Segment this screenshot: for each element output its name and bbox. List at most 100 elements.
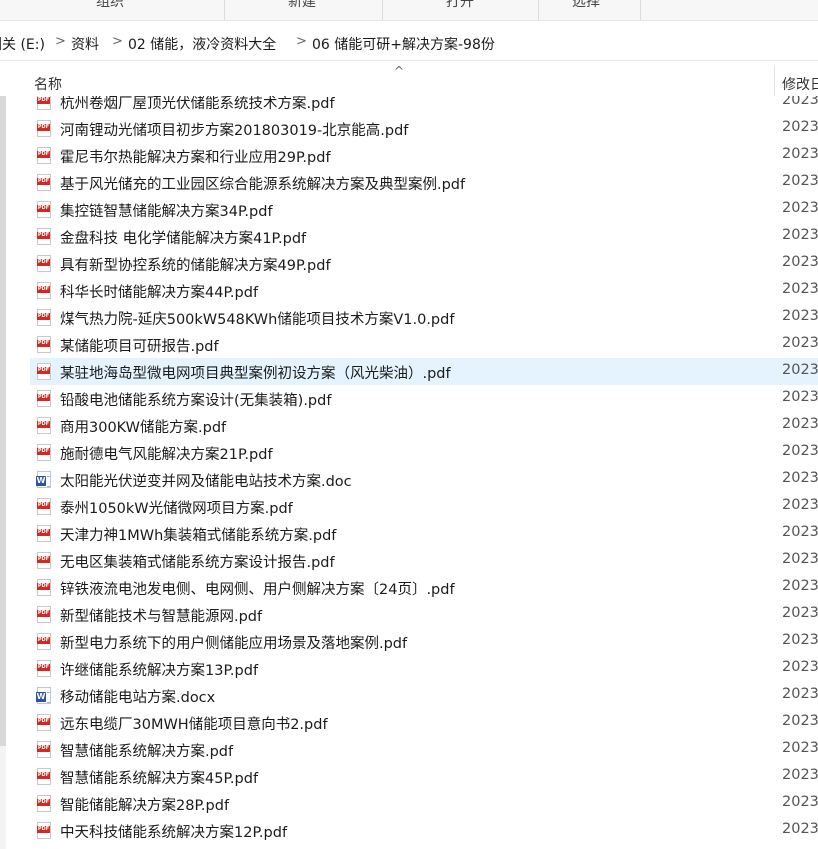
pdf-file-icon: PDF [37, 741, 51, 758]
file-row[interactable]: PDF 霍尼韦尔热能解决方案和行业应用29P.pdf 2023 [0, 142, 818, 169]
file-row[interactable]: PDF 智能储能解决方案28P.pdf 2023 [0, 790, 818, 817]
word-document-icon: W [36, 471, 51, 488]
file-row[interactable]: PDF 科华长时储能解决方案44P.pdf 2023 [0, 277, 818, 304]
pdf-file-icon: PDF [37, 498, 51, 515]
breadcrumb-folder-current[interactable]: 06 储能可研+解决方案-98份 [312, 34, 495, 54]
file-modified-date: 2023 [782, 713, 818, 729]
pdf-file-icon: PDF [37, 822, 51, 839]
pdf-file-icon: PDF [37, 579, 51, 596]
chevron-right-icon[interactable]: > [55, 34, 66, 49]
file-row[interactable]: PDF 某储能项目可研报告.pdf 2023 [0, 331, 818, 358]
file-row[interactable]: PDF 无电区集装箱式储能系统方案设计报告.pdf 2023 [0, 547, 818, 574]
file-name[interactable]: 许继储能系统解决方案13P.pdf [60, 659, 258, 680]
file-name[interactable]: 智慧储能系统解决方案.pdf [60, 740, 233, 761]
file-row[interactable]: PDF 集控链智慧储能解决方案34P.pdf 2023 [0, 196, 818, 223]
pdf-badge-icon: PDF [37, 178, 50, 185]
file-modified-date: 2023 [782, 389, 818, 405]
column-header-name[interactable]: 名称 [34, 74, 62, 94]
file-row[interactable]: PDF 锌铁液流电池发电侧、电网侧、用户侧解决方案〔24页〕.pdf 2023 [0, 574, 818, 601]
file-name[interactable]: 霍尼韦尔热能解决方案和行业应用29P.pdf [60, 146, 331, 167]
file-list[interactable]: PDF 杭州卷烟厂屋顶光伏储能系统技术方案.pdf 2023 PDF 河南锂动光储项目初… [0, 96, 818, 849]
file-name[interactable]: 某驻地海岛型微电网项目典型案例初设方案（风光柴油）.pdf [60, 362, 451, 383]
file-name[interactable]: 泰州1050kW光储微网项目方案.pdf [60, 497, 293, 518]
pdf-badge-icon: PDF [37, 583, 50, 590]
file-row[interactable]: PDF 铅酸电池储能系统方案设计(无集装箱).pdf 2023 [0, 385, 818, 412]
file-name[interactable]: 集控链智慧储能解决方案34P.pdf [60, 200, 273, 221]
file-name[interactable]: 某储能项目可研报告.pdf [60, 335, 219, 356]
file-row[interactable]: PDF 某驻地海岛型微电网项目典型案例初设方案（风光柴油）.pdf 2023 [0, 358, 818, 385]
file-name[interactable]: 新型储能技术与智慧能源网.pdf [60, 605, 262, 626]
file-name[interactable]: 太阳能光伏逆变并网及储能电站技术方案.doc [60, 470, 352, 491]
file-row[interactable]: W 太阳能光伏逆变并网及储能电站技术方案.doc 2023 [0, 466, 818, 493]
file-row[interactable]: PDF 新型储能技术与智慧能源网.pdf 2023 [0, 601, 818, 628]
pdf-badge-icon: PDF [37, 610, 50, 617]
file-row[interactable]: PDF 中天科技储能系统解决方案12P.pdf 2023 [0, 817, 818, 844]
file-name[interactable]: 远东电缆厂30MWH储能项目意向书2.pdf [60, 713, 328, 734]
ribbon-group-new: 新建 [288, 0, 316, 10]
pdf-file-icon: PDF [37, 660, 51, 677]
chevron-right-icon[interactable]: > [112, 34, 123, 49]
column-header-modified[interactable]: 修改日 [782, 74, 818, 94]
file-name[interactable]: 商用300KW储能方案.pdf [60, 416, 226, 437]
pdf-file-icon: PDF [37, 147, 51, 164]
file-name[interactable]: 智能储能解决方案28P.pdf [60, 794, 229, 815]
address-bar[interactable]: 淵关 (E:) > 资料 > 02 储能，液冷资料大全 > 06 储能可研+解决… [0, 24, 818, 61]
file-name[interactable]: 具有新型协控系统的储能解决方案49P.pdf [60, 254, 331, 275]
pdf-file-icon: PDF [37, 228, 51, 245]
pdf-file-icon: PDF [37, 714, 51, 731]
file-modified-date: 2023 [782, 740, 818, 756]
file-row[interactable]: PDF 许继储能系统解决方案13P.pdf 2023 [0, 655, 818, 682]
file-name[interactable]: 移动储能电站方案.docx [60, 686, 215, 707]
file-name[interactable]: 中天科技储能系统解决方案12P.pdf [60, 821, 287, 842]
file-name[interactable]: 智慧储能系统解决方案45P.pdf [60, 767, 258, 788]
pdf-badge-icon: PDF [37, 340, 50, 347]
file-modified-date: 2023 [782, 767, 818, 783]
file-modified-date: 2023 [782, 659, 818, 675]
file-modified-date: 2023 [782, 551, 818, 567]
file-name[interactable]: 杭州卷烟厂屋顶光伏储能系统技术方案.pdf [60, 96, 335, 113]
word-document-icon: W [36, 687, 51, 704]
file-row[interactable]: PDF 智慧储能系统解决方案45P.pdf 2023 [0, 763, 818, 790]
file-name[interactable]: 煤气热力院-延庆500kW548KWh储能项目技术方案V1.0.pdf [60, 308, 454, 329]
file-row[interactable]: PDF 施耐德电气风能解决方案21P.pdf 2023 [0, 439, 818, 466]
file-name[interactable]: 金盘科技 电化学储能解决方案41P.pdf [60, 227, 306, 248]
file-name[interactable]: 基于风光储充的工业园区综合能源系统解决方案及典型案例.pdf [60, 173, 465, 194]
file-row[interactable]: PDF 商用300KW储能方案.pdf 2023 [0, 412, 818, 439]
file-row[interactable]: PDF 杭州卷烟厂屋顶光伏储能系统技术方案.pdf 2023 [0, 96, 818, 115]
file-row[interactable]: PDF 智慧储能系统解决方案.pdf 2023 [0, 736, 818, 763]
file-name[interactable]: 科华长时储能解决方案44P.pdf [60, 281, 258, 302]
file-name[interactable]: 河南锂动光储项目初步方案201803019-北京能高.pdf [60, 119, 408, 140]
chevron-right-icon[interactable]: > [296, 34, 307, 49]
file-name[interactable]: 施耐德电气风能解决方案21P.pdf [60, 443, 273, 464]
file-name[interactable]: 无电区集装箱式储能系统方案设计报告.pdf [60, 551, 335, 572]
pdf-file-icon: PDF [37, 768, 51, 785]
pdf-badge-icon: PDF [37, 286, 50, 293]
file-row[interactable]: PDF 新型电力系统下的用户侧储能应用场景及落地案例.pdf 2023 [0, 628, 818, 655]
file-name[interactable]: 天津力神1MWh集装箱式储能系统方案.pdf [60, 524, 336, 545]
file-row[interactable]: PDF 煤气热力院-延庆500kW548KWh储能项目技术方案V1.0.pdf 20… [0, 304, 818, 331]
pdf-file-icon: PDF [37, 633, 51, 650]
column-divider[interactable] [774, 66, 775, 96]
file-row[interactable]: PDF 具有新型协控系统的储能解决方案49P.pdf 2023 [0, 250, 818, 277]
file-modified-date: 2023 [782, 821, 818, 837]
breadcrumb-drive[interactable]: 淵关 (E:) [0, 34, 45, 54]
file-row[interactable]: PDF 远东电缆厂30MWH储能项目意向书2.pdf 2023 [0, 709, 818, 736]
pdf-badge-icon: PDF [37, 529, 50, 536]
file-modified-date: 2023 [782, 686, 818, 702]
file-name[interactable]: 锌铁液流电池发电侧、电网侧、用户侧解决方案〔24页〕.pdf [60, 578, 455, 599]
file-modified-date: 2023 [782, 254, 818, 270]
pdf-badge-icon: PDF [37, 124, 50, 131]
file-name[interactable]: 新型电力系统下的用户侧储能应用场景及落地案例.pdf [60, 632, 407, 653]
pdf-file-icon: PDF [37, 525, 51, 542]
pdf-file-icon: PDF [37, 309, 51, 326]
pdf-file-icon: PDF [37, 255, 51, 272]
file-name[interactable]: 铅酸电池储能系统方案设计(无集装箱).pdf [60, 389, 331, 410]
breadcrumb-folder-energy-storage[interactable]: 02 储能，液冷资料大全 [128, 34, 276, 54]
file-row[interactable]: W 移动储能电站方案.docx 2023 [0, 682, 818, 709]
file-row[interactable]: PDF 天津力神1MWh集装箱式储能系统方案.pdf 2023 [0, 520, 818, 547]
file-row[interactable]: PDF 基于风光储充的工业园区综合能源系统解决方案及典型案例.pdf 2023 [0, 169, 818, 196]
breadcrumb-folder-ziliao[interactable]: 资料 [71, 34, 99, 54]
file-row[interactable]: PDF 泰州1050kW光储微网项目方案.pdf 2023 [0, 493, 818, 520]
file-row[interactable]: PDF 河南锂动光储项目初步方案201803019-北京能高.pdf 2023 [0, 115, 818, 142]
file-row[interactable]: PDF 金盘科技 电化学储能解决方案41P.pdf 2023 [0, 223, 818, 250]
